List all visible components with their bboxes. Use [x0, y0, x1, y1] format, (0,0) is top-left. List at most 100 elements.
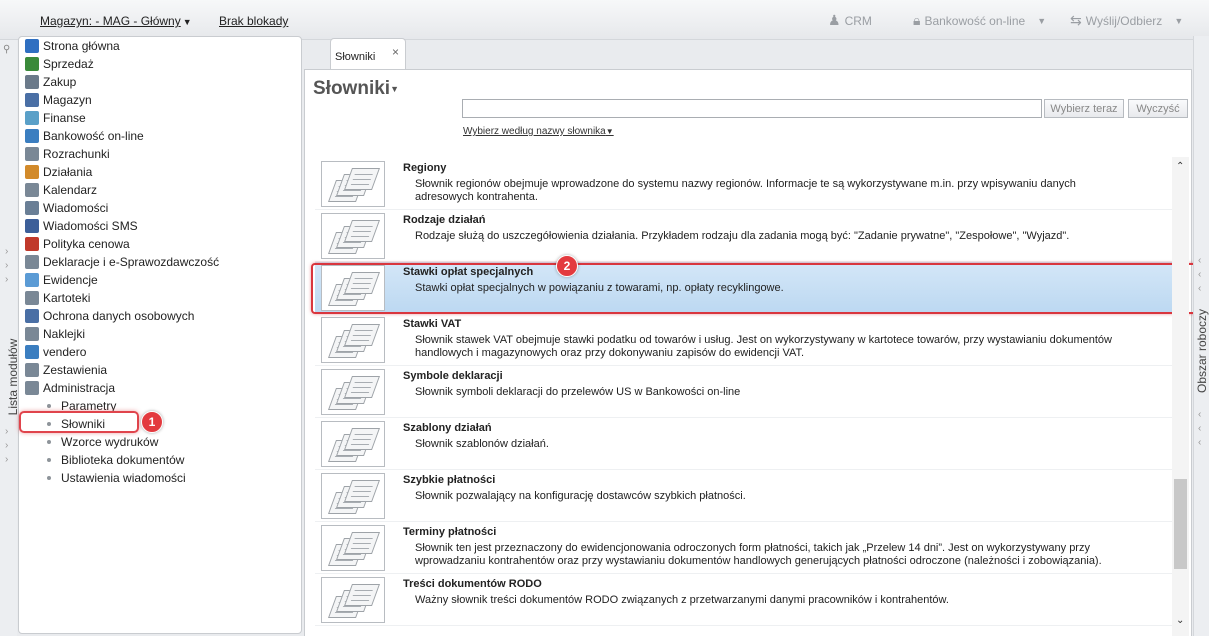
bullet-icon: [47, 476, 51, 480]
nav-item-label: Ochrona danych osobowych: [43, 309, 195, 323]
scroll-thumb[interactable]: [1174, 479, 1187, 569]
sales-icon: [25, 57, 39, 71]
list-item[interactable]: Treści dokumentów RODO Ważny słownik treś…: [315, 574, 1173, 626]
list-item[interactable]: Regiony Słownik regionów obejmuje wprowad…: [315, 158, 1173, 210]
vertical-scrollbar[interactable]: ⌃ ⌄: [1172, 157, 1189, 636]
warehouse-icon: [25, 93, 39, 107]
mail-icon: [25, 201, 39, 215]
nav-item-3[interactable]: Zakup: [25, 73, 76, 91]
expand-arrows-icon: ‹ ‹ ‹: [1198, 255, 1202, 294]
price-icon: [25, 237, 39, 251]
top-bar: Magazyn: - MAG - Główny ▼ Brak blokady ♟ …: [0, 0, 1209, 40]
files-icon: [25, 291, 39, 305]
nav-item-9[interactable]: Kalendarz: [25, 181, 97, 199]
list-item[interactable]: Stawki VAT Słownik stawek VAT obejmuje st…: [315, 314, 1173, 366]
crm-button[interactable]: ♟ CRM: [828, 12, 872, 29]
chevron-down-icon: ▼: [1174, 15, 1184, 26]
highlight-row: [311, 263, 1201, 314]
nav-item-4[interactable]: Magazyn: [25, 91, 92, 109]
workspace-tab[interactable]: ‹ ‹ ‹ Obszar roboczy ‹ ‹ ‹: [1193, 36, 1209, 636]
scroll-up-icon[interactable]: ⌃: [1176, 161, 1184, 172]
nav-item-label: Sprzedaż: [43, 57, 94, 71]
chevron-down-icon: ▼: [1037, 15, 1047, 26]
nav-item-label: Strona główna: [43, 39, 120, 53]
dictionary-description: Słownik regionów obejmuje wprowadzone do…: [415, 178, 1076, 203]
choose-by-name-link[interactable]: Wybierz według nazwy słownika▼: [463, 126, 614, 137]
gear-icon: [25, 345, 39, 359]
list-item[interactable]: Terminy płatności Słownik ten jest przezn…: [315, 522, 1173, 574]
dictionary-name: Rodzaje działań: [403, 214, 486, 226]
nav-subitem-label: Biblioteka dokumentów: [61, 453, 185, 467]
tab-slowniki[interactable]: Słowniki ×: [330, 38, 406, 70]
scroll-down-icon[interactable]: ⌄: [1176, 615, 1184, 626]
dictionary-name: Szablony działań: [403, 422, 492, 434]
send-receive-button[interactable]: ⇆ Wyślij/Odbierz ▼: [1070, 12, 1183, 29]
actions-icon: [25, 165, 39, 179]
send-receive-icon: ⇆: [1070, 12, 1082, 28]
clear-button[interactable]: Wyczyść: [1128, 99, 1188, 118]
lock-status-link[interactable]: Brak blokady: [219, 14, 288, 28]
nav-item-label: Zestawienia: [43, 363, 108, 377]
select-now-button[interactable]: Wybierz teraz: [1044, 99, 1124, 118]
nav-item-15[interactable]: Kartoteki: [25, 289, 90, 307]
calendar-icon: [25, 183, 39, 197]
nav-item-label: Finanse: [43, 111, 86, 125]
nav-item-7[interactable]: Rozrachunki: [25, 145, 110, 163]
nav-subitem-4[interactable]: Biblioteka dokumentów: [47, 451, 184, 469]
nav-item-1[interactable]: Strona główna: [25, 37, 120, 55]
dictionary-description: Rodzaje służą do uszczegółowienia działa…: [415, 230, 1070, 242]
list-item[interactable]: Rodzaje działań Rodzaje służą do uszczegó…: [315, 210, 1173, 262]
page-title[interactable]: Słowniki▼: [313, 78, 399, 100]
chevron-down-icon: ▼: [605, 127, 614, 136]
reports-icon: [25, 363, 39, 377]
dictionary-icon: [321, 577, 385, 623]
list-item[interactable]: Symbole deklaracji Słownik symboli deklar…: [315, 366, 1173, 418]
nav-subitem-5[interactable]: Ustawienia wiadomości: [47, 469, 186, 487]
nav-item-label: vendero: [43, 345, 87, 359]
shield-icon: [25, 309, 39, 323]
home-icon: [25, 39, 39, 53]
nav-item-5[interactable]: Finanse: [25, 109, 86, 127]
dictionary-icon: [321, 317, 385, 363]
dictionary-icon: [321, 473, 385, 519]
nav-item-2[interactable]: Sprzedaż: [25, 55, 94, 73]
nav-item-6[interactable]: Bankowość on-line: [25, 127, 144, 145]
nav-item-13[interactable]: Deklaracje i e-Sprawozdawczość: [25, 253, 219, 271]
nav-item-12[interactable]: Polityka cenowa: [25, 235, 130, 253]
step-badge-2: 2: [556, 255, 578, 277]
pin-icon[interactable]: ⚲: [3, 44, 10, 55]
nav-item-label: Ewidencje: [43, 273, 98, 287]
dictionary-description: Słownik symboli deklaracji do przelewów …: [415, 386, 741, 398]
nav-item-label: Deklaracje i e-Sprawozdawczość: [43, 255, 220, 269]
step-badge-1: 1: [141, 411, 163, 433]
dictionary-name: Regiony: [403, 162, 447, 174]
nav-item-20[interactable]: Administracja: [25, 379, 115, 397]
module-list-tab[interactable]: ⚲ › › › Lista modułów › › ›: [0, 40, 20, 636]
records-icon: [25, 273, 39, 287]
dictionary-description: Słownik stawek VAT obejmuje stawki podat…: [415, 334, 1112, 359]
nav-item-label: Kalendarz: [43, 183, 98, 197]
online-banking-button[interactable]: 🔒︎ Bankowość on-line ▼: [913, 12, 1046, 29]
nav-item-8[interactable]: Działania: [25, 163, 92, 181]
close-icon[interactable]: ×: [392, 45, 399, 59]
nav-item-14[interactable]: Ewidencje: [25, 271, 98, 289]
warehouse-selector[interactable]: Magazyn: - MAG - Główny ▼: [40, 14, 192, 28]
nav-item-label: Kartoteki: [43, 291, 91, 305]
nav-item-16[interactable]: Ochrona danych osobowych: [25, 307, 194, 325]
expand-arrows-icon: › › ›: [5, 426, 9, 465]
sms-icon: [25, 219, 39, 233]
nav-item-label: Bankowość on-line: [43, 129, 144, 143]
nav-item-label: Wiadomości: [43, 201, 109, 215]
list-item[interactable]: Szablony działań Słownik szablonów działa…: [315, 418, 1173, 470]
list-item[interactable]: Szybkie płatności Słownik pozwalający na …: [315, 470, 1173, 522]
dictionary-description: Słownik pozwalający na konfigurację dost…: [415, 490, 746, 502]
nav-item-10[interactable]: Wiadomości: [25, 199, 108, 217]
search-input[interactable]: [462, 99, 1042, 118]
nav-item-19[interactable]: Zestawienia: [25, 361, 107, 379]
nav-item-18[interactable]: vendero: [25, 343, 86, 361]
nav-item-11[interactable]: Wiadomości SMS: [25, 217, 138, 235]
nav-item-17[interactable]: Naklejki: [25, 325, 85, 343]
finance-icon: [25, 111, 39, 125]
bullet-icon: [47, 440, 51, 444]
nav-subitem-3[interactable]: Wzorce wydruków: [47, 433, 158, 451]
